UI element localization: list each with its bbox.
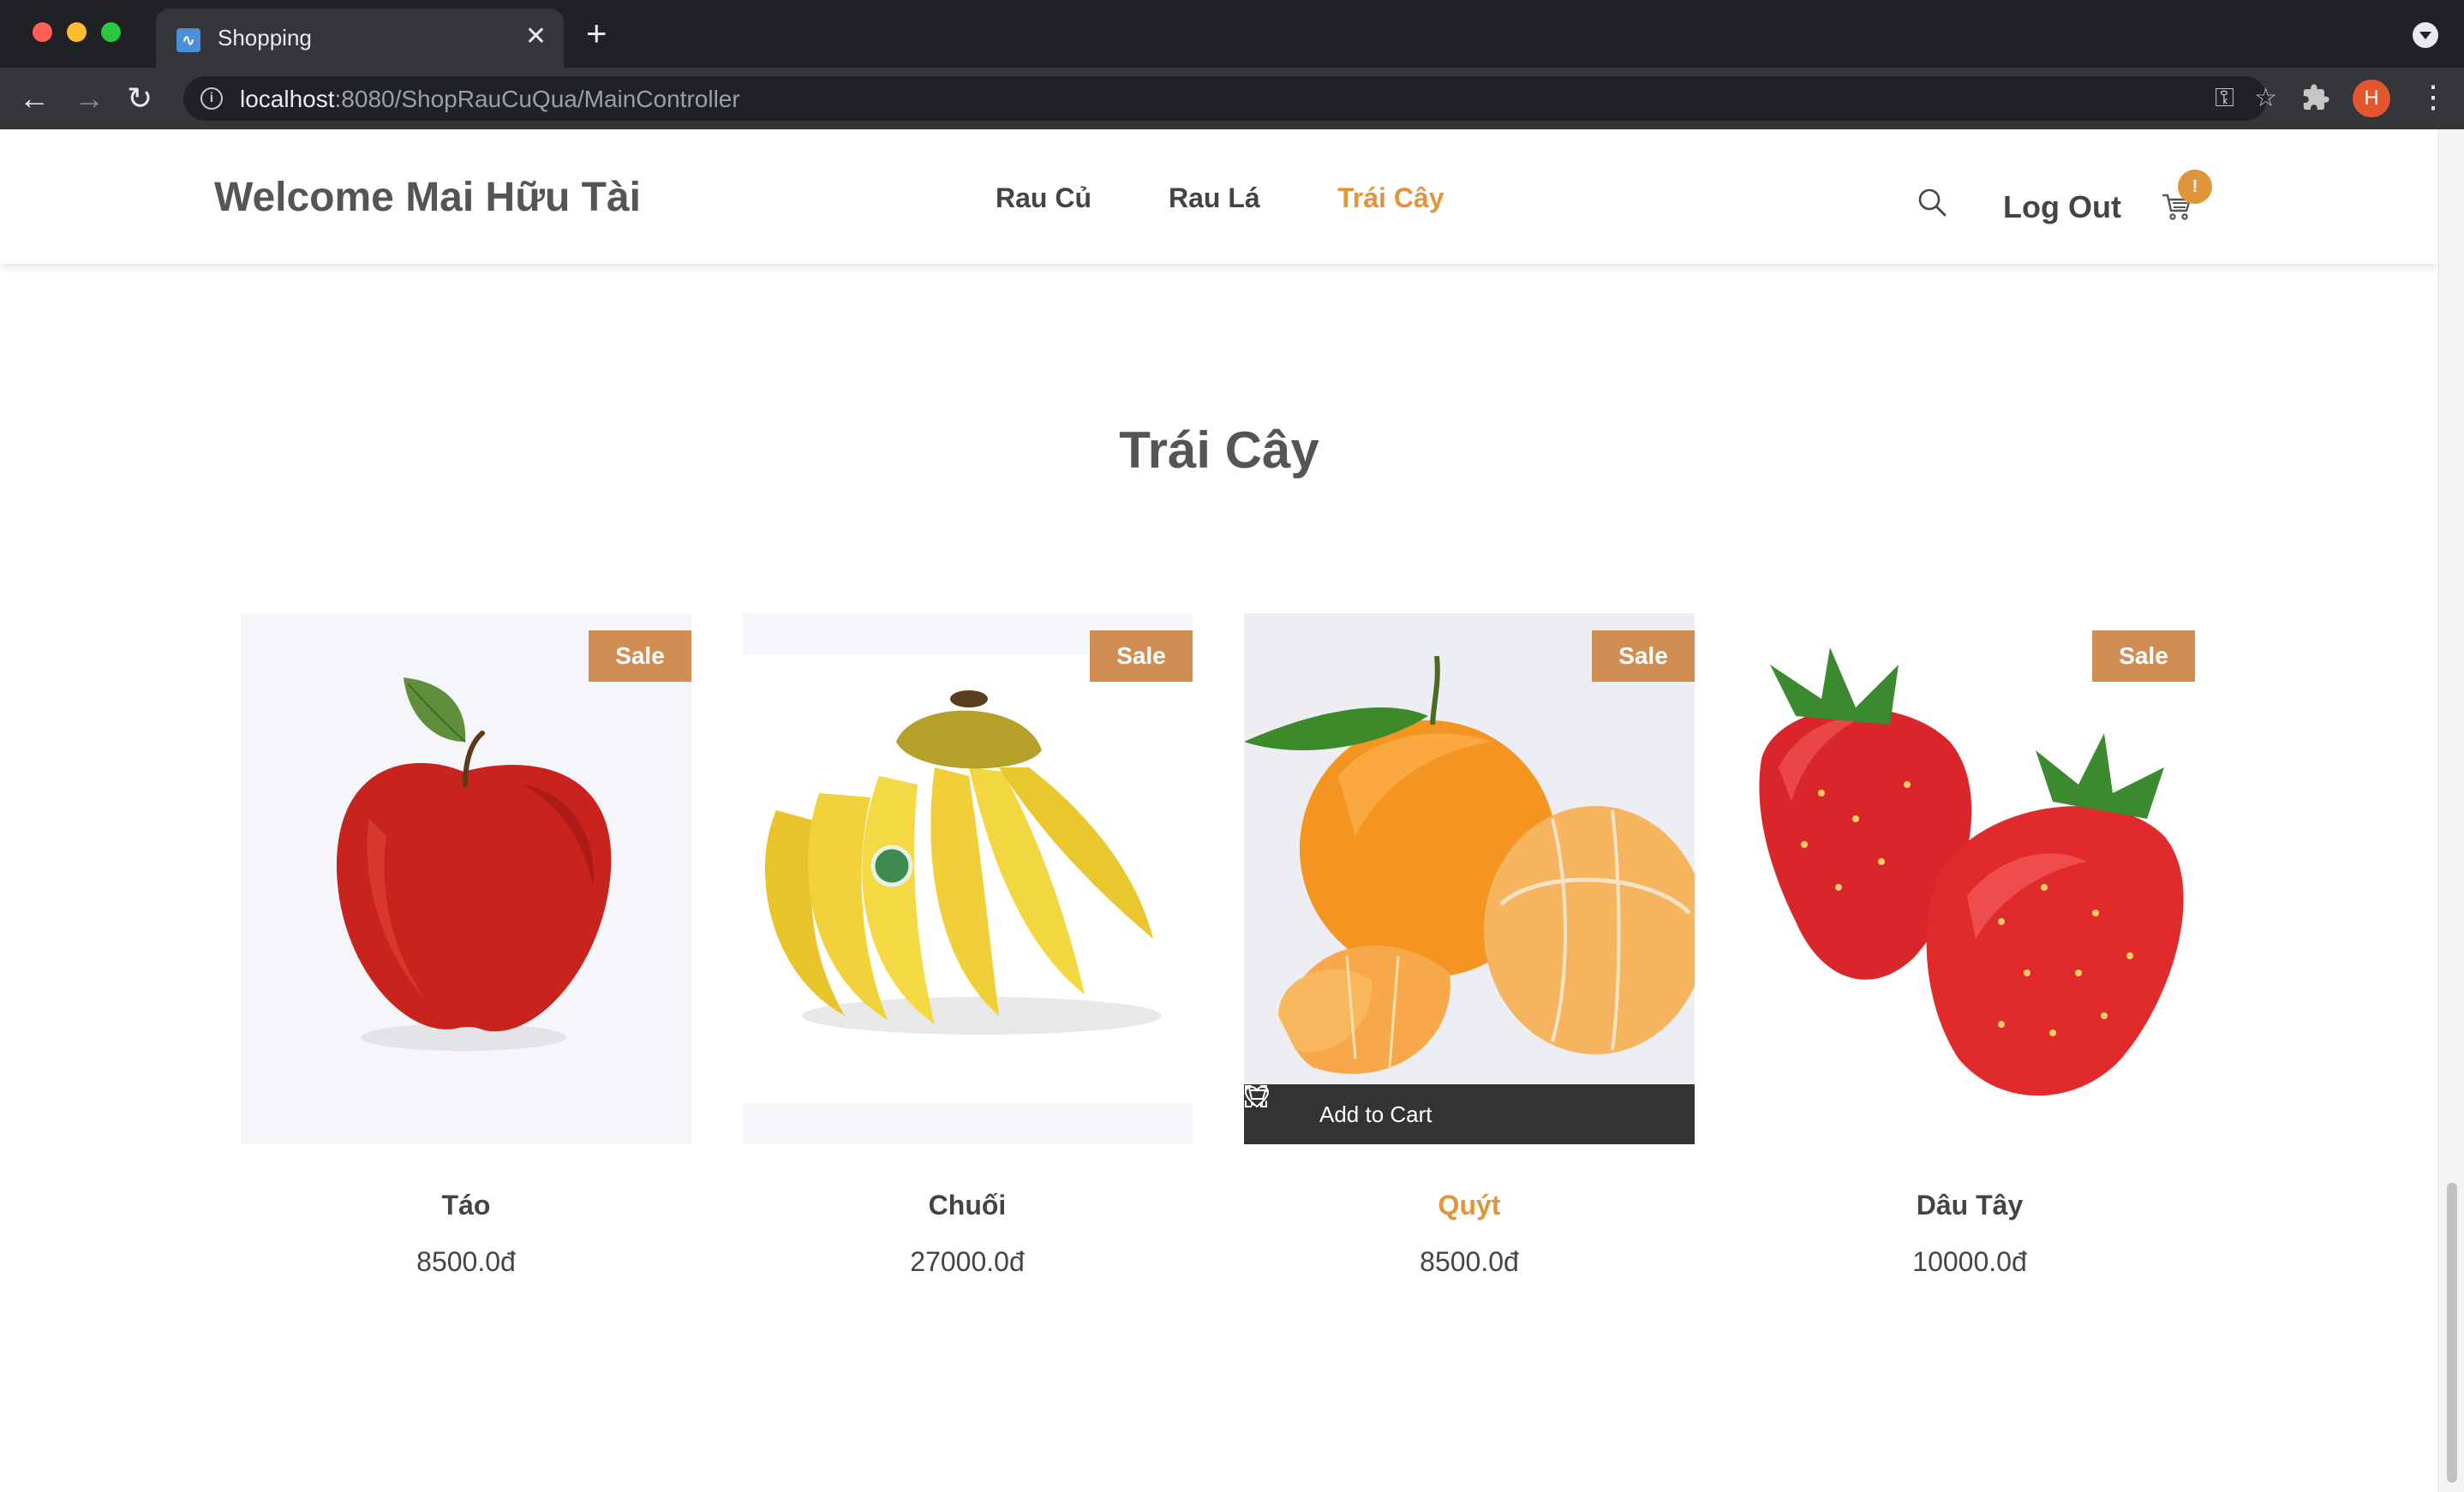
scrollbar-thumb[interactable] — [2447, 1183, 2457, 1483]
nav-item-trai-cay[interactable]: Trái Cây — [1337, 182, 1444, 214]
product-card[interactable]: Sale Táo 8500.0đ — [241, 613, 691, 1277]
tab-favicon-icon: ∿ — [176, 28, 200, 52]
menu-icon[interactable]: ⋮ — [2418, 80, 2449, 114]
tab-search-icon[interactable] — [2413, 22, 2438, 48]
product-card[interactable]: Sale Chuối 27000.0đ — [742, 613, 1193, 1277]
cart-count-badge: ! — [2178, 170, 2212, 204]
product-price: 8500.0đ — [416, 1246, 516, 1277]
product-image-tangerines[interactable]: Sale Add to Cart — [1244, 613, 1695, 1144]
browser-tab-bar: ∿ Shopping ✕ + — [0, 0, 2464, 68]
sale-badge: Sale — [1090, 630, 1193, 682]
back-icon[interactable]: ← — [19, 80, 50, 117]
product-price: 8500.0đ — [1420, 1246, 1519, 1277]
nav-item-rau-cu[interactable]: Rau Củ — [996, 182, 1091, 214]
profile-avatar[interactable]: H — [2353, 80, 2390, 117]
url-text[interactable]: localhost:8080/ShopRauCuQua/MainControll… — [240, 86, 740, 113]
tab-title: Shopping — [218, 25, 312, 51]
sale-badge: Sale — [1592, 630, 1695, 682]
extensions-icon[interactable] — [2301, 83, 2330, 119]
product-image-strawberries[interactable]: Sale — [1744, 613, 2195, 1144]
product-name[interactable]: Chuối — [742, 1190, 1193, 1221]
product-price: 10000.0đ — [1912, 1246, 2027, 1277]
product-image-apple[interactable]: Sale — [241, 613, 691, 1144]
product-image-bananas[interactable]: Sale — [742, 613, 1193, 1144]
product-name[interactable]: Táo — [241, 1190, 691, 1221]
close-window-button[interactable] — [33, 22, 52, 42]
product-name[interactable]: Quýt — [1244, 1190, 1695, 1221]
new-tab-button[interactable]: + — [586, 15, 607, 51]
product-price: 27000.0đ — [910, 1246, 1025, 1277]
url-path: :8080/ShopRauCuQua/MainController — [334, 86, 740, 112]
product-hover-bar: Add to Cart — [1244, 1084, 1695, 1144]
web-page: Welcome Mai Hữu Tài Rau Củ Rau Lá Trái C… — [0, 129, 2438, 1492]
search-icon[interactable] — [1917, 188, 1947, 217]
welcome-brand[interactable]: Welcome Mai Hữu Tài — [214, 174, 641, 221]
nav-item-rau-la[interactable]: Rau Lá — [1169, 182, 1260, 214]
logout-link[interactable]: Log Out — [2003, 189, 2121, 225]
section-title: Trái Cây — [1119, 421, 1319, 479]
product-name[interactable]: Dâu Tây — [1744, 1190, 2195, 1221]
info-icon[interactable]: i — [200, 87, 223, 110]
browser-tab[interactable]: ∿ Shopping ✕ — [156, 9, 564, 68]
url-host: localhost — [240, 86, 335, 112]
forward-icon[interactable]: → — [74, 80, 105, 117]
add-to-cart-button[interactable]: Add to Cart — [1319, 1101, 1432, 1128]
tab-close-button[interactable]: ✕ — [525, 22, 547, 51]
maximize-window-button[interactable] — [101, 22, 121, 42]
expand-icon[interactable] — [1244, 1084, 1268, 1108]
reload-icon[interactable]: ↻ — [127, 80, 153, 117]
product-card[interactable]: Sale Add to Cart Quýt 8500.0đ — [1244, 613, 1695, 1277]
product-card[interactable]: Sale Dâu Tây 10000.0đ — [1744, 613, 2195, 1277]
sale-badge: Sale — [2092, 630, 2195, 682]
sale-badge: Sale — [589, 630, 691, 682]
browser-toolbar: ← → ↻ i localhost:8080/ShopRauCuQua/Main… — [0, 68, 2464, 129]
key-icon[interactable]: ⚿ — [2215, 83, 2234, 114]
page-scrollbar[interactable] — [2438, 129, 2464, 1492]
minimize-window-button[interactable] — [67, 22, 87, 42]
star-icon[interactable]: ☆ — [2254, 83, 2277, 114]
site-header: Welcome Mai Hữu Tài Rau Củ Rau Lá Trái C… — [0, 129, 2438, 264]
address-bar[interactable]: i localhost:8080/ShopRauCuQua/MainContro… — [183, 76, 2277, 121]
